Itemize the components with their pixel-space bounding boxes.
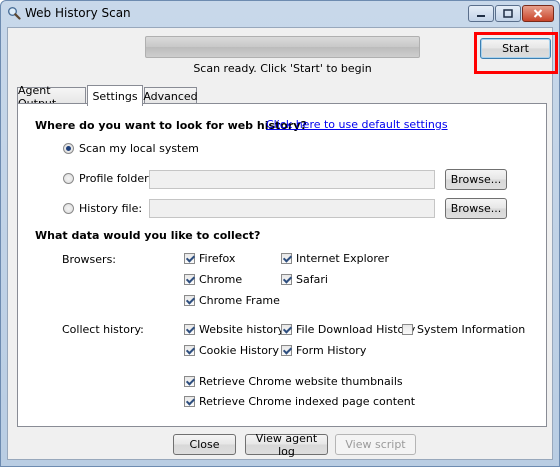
radio-history-label: History file: (79, 202, 143, 215)
default-settings-link[interactable]: Click here to use default settings (266, 118, 448, 131)
checkbox[interactable] (184, 274, 195, 285)
profile-folder-field[interactable] (149, 170, 435, 189)
radio-local-label: Scan my local system (79, 142, 199, 155)
checkbox-label: Chrome Frame (199, 294, 280, 307)
minimize-button[interactable] (468, 5, 494, 22)
checkbox-chrome-frame[interactable]: Chrome Frame (184, 294, 280, 307)
checkbox-label: Form History (296, 344, 367, 357)
checkbox[interactable] (402, 324, 413, 335)
settings-panel: Where do you want to look for web histor… (17, 103, 547, 427)
scan-progress-bar (145, 36, 420, 58)
collect-heading: What data would you like to collect? (35, 229, 261, 242)
history-file-field[interactable] (149, 199, 435, 218)
checkbox-label: System Information (417, 323, 526, 336)
checkbox-form-history[interactable]: Form History (281, 344, 366, 357)
checkbox-internet-explorer[interactable]: Internet Explorer (281, 252, 389, 265)
checkbox-cookie-history[interactable]: Cookie History (184, 344, 279, 357)
checkbox-label: Firefox (199, 252, 236, 265)
checkbox-firefox[interactable]: Firefox (184, 252, 235, 265)
checkbox[interactable] (184, 295, 195, 306)
radio-local-system[interactable]: Scan my local system (63, 142, 199, 155)
radio-button-checked[interactable] (63, 143, 74, 154)
checkbox-label: Retrieve Chrome indexed page content (199, 395, 416, 408)
checkbox-chrome-thumbnails[interactable]: Retrieve Chrome website thumbnails (184, 375, 403, 388)
checkbox-label: Retrieve Chrome website thumbnails (199, 375, 403, 388)
start-button[interactable]: Start (480, 38, 551, 59)
view-script-button[interactable]: View script (335, 434, 416, 455)
window-title: Web History Scan (25, 6, 131, 20)
checkbox[interactable] (184, 253, 195, 264)
view-agent-log-button[interactable]: View agent log (245, 432, 328, 458)
title-bar[interactable]: Web History Scan (1, 1, 559, 27)
checkbox-label: File Download History (296, 323, 416, 336)
checkbox[interactable] (184, 324, 195, 335)
radio-profile-label: Profile folder: (79, 172, 153, 185)
checkbox-system-information[interactable]: System Information (402, 323, 525, 336)
checkbox-chrome[interactable]: Chrome (184, 273, 242, 286)
checkbox-chrome-indexed-content[interactable]: Retrieve Chrome indexed page content (184, 395, 415, 408)
tab-settings[interactable]: Settings (87, 85, 143, 106)
checkbox-file-download-history[interactable]: File Download History (281, 323, 415, 336)
checkbox[interactable] (184, 345, 195, 356)
client-area: Scan ready. Click 'Start' to begin Start… (7, 27, 558, 460)
checkbox[interactable] (184, 376, 195, 387)
checkbox-label: Website history (199, 323, 285, 336)
magnifier-icon (8, 7, 21, 20)
checkbox-label: Internet Explorer (296, 252, 389, 265)
maximize-icon (503, 9, 513, 18)
checkbox-website-history[interactable]: Website history (184, 323, 284, 336)
status-text: Scan ready. Click 'Start' to begin (193, 62, 372, 75)
minimize-icon (477, 14, 485, 17)
checkbox[interactable] (281, 253, 292, 264)
browse-history-button[interactable]: Browse... (445, 198, 507, 219)
collect-history-label: Collect history: (62, 323, 144, 336)
radio-button[interactable] (63, 203, 74, 214)
close-window-button[interactable] (522, 5, 554, 22)
checkbox-label: Cookie History (199, 344, 279, 357)
checkbox-label: Safari (296, 273, 328, 286)
checkbox[interactable] (281, 274, 292, 285)
close-icon (533, 9, 543, 18)
close-button[interactable]: Close (173, 434, 236, 455)
checkbox[interactable] (281, 345, 292, 356)
radio-history-file[interactable]: History file: (63, 202, 142, 215)
checkbox-label: Chrome (199, 273, 243, 286)
maximize-button[interactable] (495, 5, 521, 22)
app-window: Web History Scan Scan ready. Click 'Star… (0, 0, 560, 467)
radio-profile-folder[interactable]: Profile folder: (63, 172, 152, 185)
checkbox[interactable] (281, 324, 292, 335)
browse-profile-button[interactable]: Browse... (445, 169, 507, 190)
checkbox[interactable] (184, 396, 195, 407)
checkbox-safari[interactable]: Safari (281, 273, 328, 286)
radio-button[interactable] (63, 173, 74, 184)
browsers-label: Browsers: (62, 253, 117, 266)
